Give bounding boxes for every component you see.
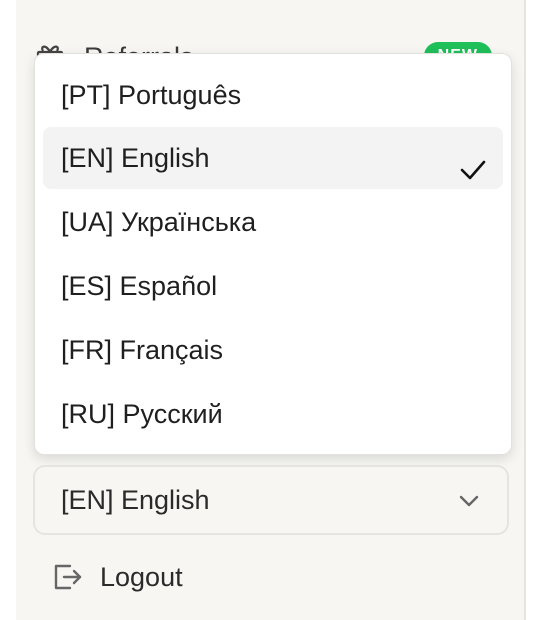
- check-icon: [459, 144, 487, 180]
- language-option-es[interactable]: [ES] Español: [43, 255, 503, 317]
- logout-icon: [50, 560, 84, 594]
- language-option-label: [EN] English: [61, 143, 210, 173]
- language-option-pt[interactable]: [PT] Português: [43, 64, 503, 126]
- language-option-label: [UA] Українська: [61, 207, 257, 237]
- language-option-en[interactable]: [EN] English: [43, 127, 503, 189]
- language-option-fr[interactable]: [FR] Français: [43, 319, 503, 381]
- language-option-label: [PT] Português: [61, 80, 242, 110]
- language-option-label: [RU] Русский: [61, 399, 223, 429]
- logout-button[interactable]: Logout: [50, 554, 350, 600]
- language-option-label: [FR] Français: [61, 335, 224, 365]
- language-select-value: [EN] English: [61, 485, 210, 515]
- language-option-label: [ES] Español: [61, 271, 218, 301]
- language-select[interactable]: [EN] English: [33, 465, 509, 535]
- language-option-ua[interactable]: [UA] Українська: [43, 191, 503, 253]
- chevron-down-icon: [457, 489, 481, 513]
- logout-label: Logout: [100, 562, 183, 592]
- language-option-ru[interactable]: [RU] Русский: [43, 383, 503, 445]
- language-dropdown-menu: [PT] Português [EN] English [UA] Українс…: [34, 53, 512, 455]
